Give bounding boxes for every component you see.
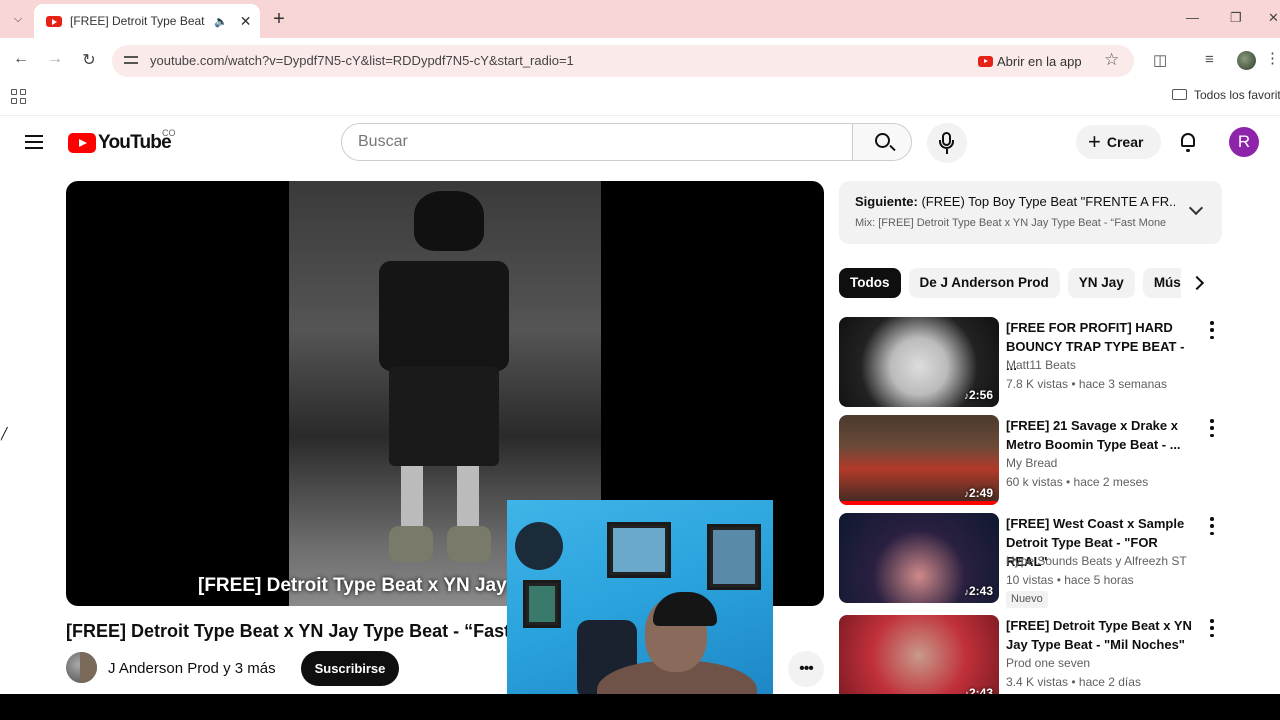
search-button[interactable]	[852, 123, 912, 161]
chip-artist[interactable]: YN Jay	[1067, 268, 1135, 298]
new-badge: Nuevo	[1006, 591, 1048, 608]
chip-music[interactable]: Músi	[1142, 268, 1181, 298]
kebab-menu-icon[interactable]	[1209, 619, 1215, 637]
video-title: [FREE] Detroit Type Beat x YN Jay Type B…	[66, 621, 511, 641]
youtube-play-logo-icon	[68, 133, 96, 153]
new-tab-icon[interactable]: +	[268, 8, 290, 30]
playlist-up-next-panel[interactable]: Siguiente: (FREE) Top Boy Type Beat "FRE…	[839, 181, 1222, 244]
up-next-title: (FREE) Top Boy Type Beat "FRENTE A FR...	[921, 194, 1175, 209]
apps-grid-icon[interactable]	[11, 89, 26, 104]
chip-all[interactable]: Todos	[839, 268, 901, 298]
hamburger-menu-icon[interactable]	[25, 135, 43, 149]
youtube-logo-text: YouTube	[98, 132, 172, 153]
screen: ⌵ [FREE] Detroit Type Beat x YN Jay 🔈 ✕ …	[0, 0, 1280, 720]
wall-clock-image	[515, 522, 563, 570]
window-close-icon[interactable]: ✕	[1268, 10, 1279, 26]
kebab-menu-icon[interactable]	[1209, 419, 1215, 437]
open-in-app-button[interactable]: Abrir en la app	[978, 51, 1082, 71]
tab-close-icon[interactable]: ✕	[240, 13, 252, 30]
duration-badge: 2:49	[964, 486, 993, 500]
video-thumbnail[interactable]: 2:43	[839, 513, 999, 603]
tab-title: [FREE] Detroit Type Beat x YN Jay	[70, 14, 208, 28]
browser-toolbar: ← → ↻ youtube.com/watch?v=Dypdf7N5-cY&li…	[0, 38, 1280, 84]
recommendation-title[interactable]: [FREE] 21 Savage x Drake x Metro Boomin …	[1006, 416, 1196, 454]
recommendation-item[interactable]: 2:56 [FREE FOR PROFIT] HARD BOUNCY TRAP …	[839, 317, 1224, 409]
folder-icon	[1172, 89, 1187, 100]
duration-badge: 2:43	[964, 584, 993, 598]
browser-tab-active[interactable]: [FREE] Detroit Type Beat x YN Jay 🔈 ✕	[34, 4, 260, 38]
recommendation-channel[interactable]: Prod one seven	[1006, 656, 1090, 670]
more-actions-button[interactable]: •••	[788, 651, 824, 687]
recommendation-channel[interactable]: Hype Sounds Beats y Alfreezh ST	[1006, 554, 1187, 568]
search-input[interactable]	[358, 133, 838, 151]
extensions-icon[interactable]: ◫	[1153, 51, 1167, 69]
video-caption-overlay: [FREE] Detroit Type Beat x YN Jay Typ	[198, 575, 545, 596]
country-code: CO	[162, 128, 176, 138]
voice-search-button[interactable]	[927, 123, 967, 163]
kebab-menu-icon[interactable]	[1209, 517, 1215, 535]
channel-name[interactable]: J Anderson Prod y 3 más	[108, 660, 276, 677]
address-bar[interactable]: youtube.com/watch?v=Dypdf7N5-cY&list=RDD…	[112, 45, 1134, 77]
recommendation-meta: 10 vistas • hace 5 horas	[1006, 573, 1134, 587]
recommendation-item[interactable]: 2:49 [FREE] 21 Savage x Drake x Metro Bo…	[839, 415, 1224, 507]
chevron-right-icon[interactable]	[1189, 275, 1205, 291]
recommendation-item[interactable]: 2:43 [FREE] West Coast x Sample Detroit …	[839, 513, 1224, 608]
watched-progress-bar	[839, 501, 999, 505]
youtube-favicon-icon	[46, 15, 62, 27]
user-avatar[interactable]: R	[1229, 127, 1259, 157]
tab-search-chevron-icon[interactable]: ⌵	[6, 8, 30, 30]
wall-frame-image	[707, 524, 761, 590]
all-bookmarks-link[interactable]: Todos los favoritos	[1194, 88, 1280, 102]
up-next-label: Siguiente:	[855, 194, 918, 209]
video-thumbnail[interactable]: 2:43	[839, 615, 999, 705]
youtube-app-icon	[978, 55, 993, 67]
back-arrow-icon[interactable]: ←	[10, 50, 32, 68]
recommendation-meta: 3.4 K vistas • hace 2 días	[1006, 675, 1141, 689]
search-box	[341, 123, 853, 161]
video-thumbnail[interactable]: 2:49	[839, 415, 999, 505]
chip-channel[interactable]: De J Anderson Prod	[908, 268, 1060, 298]
chevron-down-icon[interactable]	[1188, 200, 1204, 216]
recommendation-title[interactable]: [FREE] Detroit Type Beat x YN Jay Type B…	[1006, 616, 1196, 654]
forward-arrow-icon[interactable]: →	[44, 50, 66, 68]
youtube-logo[interactable]: YouTube	[68, 132, 172, 154]
wall-frame-image	[607, 522, 671, 578]
youtube-header: YouTube CO + Crear R	[0, 116, 1280, 172]
wall-frame-image	[523, 580, 561, 628]
open-in-app-label: Abrir en la app	[997, 53, 1082, 69]
reload-icon[interactable]: ↻	[78, 50, 100, 70]
site-settings-icon[interactable]	[124, 53, 138, 67]
search-icon	[875, 133, 890, 148]
recommendation-channel[interactable]: Matt11 Beats	[1006, 358, 1076, 372]
restore-icon[interactable]: ❐	[1230, 10, 1242, 26]
minimize-icon[interactable]: —	[1186, 10, 1199, 25]
recommendation-meta: 60 k vistas • hace 2 meses	[1006, 475, 1149, 489]
video-thumbnail[interactable]: 2:56	[839, 317, 999, 407]
collaborator-avatar[interactable]	[80, 652, 97, 683]
screen-bottom-bar	[0, 694, 1280, 720]
bookmark-star-icon[interactable]: ☆	[1104, 50, 1119, 70]
recommendation-channel[interactable]: My Bread	[1006, 456, 1057, 470]
bookmarks-bar: Todos los favoritos	[0, 84, 1280, 116]
recommendation-meta: 7.8 K vistas • hace 3 semanas	[1006, 377, 1167, 391]
mouse-cursor-icon	[0, 427, 7, 441]
browser-profile-avatar[interactable]	[1237, 51, 1256, 70]
speaker-icon[interactable]: 🔈	[214, 15, 228, 28]
kebab-menu-icon[interactable]	[1209, 321, 1215, 339]
mix-title: Mix: [FREE] Detroit Type Beat x YN Jay T…	[855, 217, 1167, 229]
duration-badge: 2:56	[964, 388, 993, 402]
create-label: Crear	[1106, 134, 1144, 150]
notifications-bell-icon[interactable]	[1179, 132, 1197, 152]
browser-menu-icon[interactable]: ⋮	[1265, 49, 1280, 67]
plus-icon: +	[1088, 129, 1101, 154]
media-control-icon[interactable]: ≡	[1205, 51, 1214, 68]
webcam-overlay	[507, 500, 773, 700]
subscribe-button[interactable]: Suscribirse	[301, 651, 399, 686]
browser-tab-strip: ⌵ [FREE] Detroit Type Beat x YN Jay 🔈 ✕ …	[0, 0, 1280, 38]
url-text[interactable]: youtube.com/watch?v=Dypdf7N5-cY&list=RDD…	[150, 53, 574, 68]
create-button[interactable]: + Crear	[1076, 125, 1161, 159]
filter-chips: TodosDe J Anderson ProdYN JayMúsi	[839, 268, 1181, 298]
